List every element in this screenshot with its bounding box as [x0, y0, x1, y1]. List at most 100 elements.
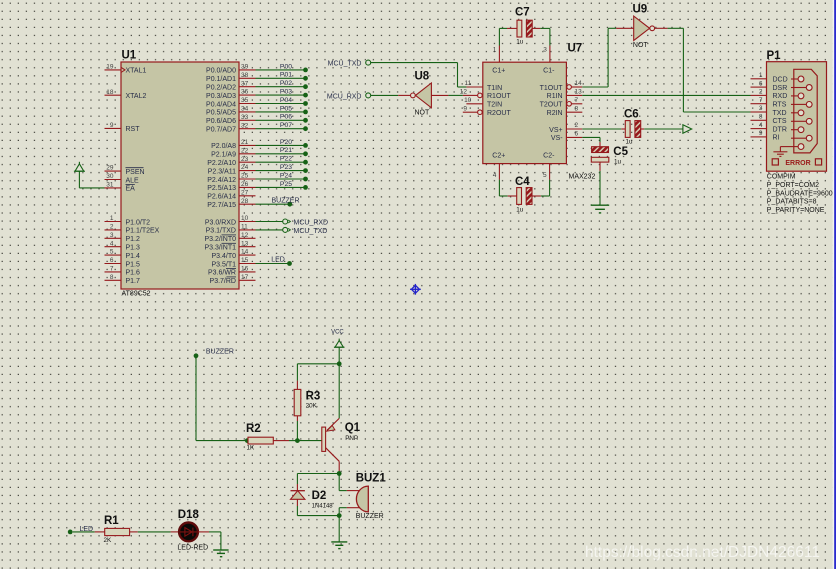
svg-text:MCU_TXD: MCU_TXD [294, 228, 328, 235]
svg-text:XTAL1: XTAL1 [126, 68, 147, 75]
svg-text:TXD: TXD [773, 110, 787, 117]
svg-text:PSEN: PSEN [126, 169, 145, 176]
svg-text:P02: P02 [280, 80, 292, 87]
svg-text:VCC: VCC [331, 330, 344, 336]
svg-text:1: 1 [759, 72, 763, 79]
svg-text:30: 30 [106, 173, 114, 180]
svg-text:R2IN: R2IN [547, 110, 563, 117]
svg-text:T2IN: T2IN [487, 102, 502, 109]
svg-text:P_DATABITS=8: P_DATABITS=8 [767, 199, 817, 206]
svg-text:P3.2/INT0: P3.2/INT0 [204, 236, 236, 243]
svg-text:MCU_TXD: MCU_TXD [328, 61, 362, 68]
svg-text:R2OUT: R2OUT [487, 110, 511, 117]
svg-text:23: 23 [241, 156, 249, 163]
svg-text:3: 3 [110, 232, 114, 239]
svg-text:R3: R3 [306, 391, 321, 403]
svg-text:P3.1/TXD: P3.1/TXD [206, 228, 236, 235]
svg-text:C1+: C1+ [492, 67, 505, 74]
svg-text:7: 7 [575, 97, 579, 104]
svg-text:P25: P25 [280, 181, 292, 188]
svg-text:P00: P00 [280, 63, 292, 70]
svg-text:13: 13 [241, 240, 249, 247]
svg-text:R2: R2 [246, 423, 261, 435]
svg-text:11: 11 [465, 80, 472, 87]
svg-text:1: 1 [493, 47, 497, 54]
svg-text:ALE: ALE [126, 177, 140, 184]
svg-text:C1-: C1- [543, 67, 555, 74]
svg-text:28: 28 [241, 198, 249, 205]
svg-text:T1OUT: T1OUT [540, 85, 564, 92]
svg-text:MCU_RXD: MCU_RXD [294, 219, 329, 226]
svg-text:8: 8 [575, 105, 579, 112]
svg-text:RI: RI [773, 135, 780, 142]
svg-text:R1OUT: R1OUT [487, 93, 511, 100]
svg-text:P2.0/A8: P2.0/A8 [211, 143, 236, 150]
svg-text:VS-: VS- [551, 135, 563, 142]
svg-text:14: 14 [241, 249, 249, 256]
svg-text:P01: P01 [280, 72, 292, 79]
svg-text:U8: U8 [415, 71, 430, 83]
svg-text:ERROR: ERROR [785, 160, 810, 167]
svg-text:MCU_RXD: MCU_RXD [327, 93, 362, 100]
svg-text:VS+: VS+ [549, 127, 562, 134]
svg-text:35: 35 [241, 97, 249, 104]
svg-text:U9: U9 [633, 4, 648, 16]
svg-text:34: 34 [241, 106, 249, 113]
svg-text:P0.6/AD6: P0.6/AD6 [206, 118, 236, 125]
svg-text:9: 9 [110, 122, 114, 129]
svg-text:10: 10 [241, 215, 249, 222]
svg-text:5: 5 [110, 249, 114, 256]
svg-text:P1.5: P1.5 [126, 261, 141, 268]
svg-text:P03: P03 [280, 89, 292, 96]
svg-text:D2: D2 [312, 490, 327, 502]
svg-text:P0.7/AD7: P0.7/AD7 [206, 127, 236, 134]
svg-text:13: 13 [575, 89, 583, 96]
svg-text:P23: P23 [280, 164, 292, 171]
svg-text:4: 4 [759, 122, 763, 129]
svg-text:5: 5 [543, 172, 547, 179]
svg-text:BUZZER: BUZZER [206, 349, 234, 356]
svg-text:C6: C6 [624, 109, 639, 121]
svg-text:NOT: NOT [415, 110, 431, 117]
svg-text:XTAL2: XTAL2 [126, 93, 147, 100]
svg-text:7: 7 [110, 266, 114, 273]
svg-text:RTS: RTS [773, 102, 787, 109]
svg-text:2: 2 [759, 89, 763, 96]
svg-text:NOT: NOT [633, 42, 649, 49]
svg-text:C2+: C2+ [492, 152, 505, 159]
svg-text:P2.3/A11: P2.3/A11 [208, 168, 236, 175]
svg-text:P2.7/A15: P2.7/A15 [207, 202, 236, 209]
svg-text:U7: U7 [568, 43, 583, 55]
svg-text:36: 36 [241, 89, 249, 96]
svg-text:21: 21 [241, 139, 249, 146]
svg-text:4: 4 [493, 172, 497, 179]
svg-text:P2.1/A9: P2.1/A9 [211, 152, 236, 159]
svg-text:15: 15 [241, 257, 249, 264]
svg-text:C4: C4 [515, 176, 530, 188]
svg-text:P21: P21 [280, 147, 292, 154]
svg-text:4: 4 [110, 240, 114, 247]
svg-text:38: 38 [241, 72, 249, 79]
svg-text:6: 6 [759, 80, 763, 87]
svg-text:27: 27 [241, 189, 249, 196]
svg-text:DCD: DCD [773, 77, 788, 84]
svg-text:31: 31 [106, 182, 114, 189]
svg-text:C7: C7 [515, 7, 530, 19]
svg-text:P_BAUDRATE=9600: P_BAUDRATE=9600 [767, 190, 833, 197]
svg-text:P2.2/A10: P2.2/A10 [207, 160, 236, 167]
svg-text:18: 18 [106, 89, 114, 96]
svg-text:11: 11 [241, 224, 248, 231]
svg-text:P1.2: P1.2 [126, 236, 141, 243]
svg-text:1u: 1u [516, 39, 524, 46]
svg-text:29: 29 [106, 165, 114, 172]
svg-text:D18: D18 [178, 509, 200, 521]
svg-text:17: 17 [241, 274, 249, 281]
svg-text:7: 7 [759, 97, 763, 104]
svg-text:DSR: DSR [773, 85, 788, 92]
svg-text:P1.0/T2: P1.0/T2 [126, 219, 151, 226]
svg-text:P1.7: P1.7 [126, 278, 141, 285]
svg-text:T2OUT: T2OUT [540, 102, 564, 109]
svg-text:U1: U1 [122, 50, 137, 62]
svg-text:8: 8 [759, 114, 763, 121]
svg-text:2K: 2K [104, 537, 113, 544]
